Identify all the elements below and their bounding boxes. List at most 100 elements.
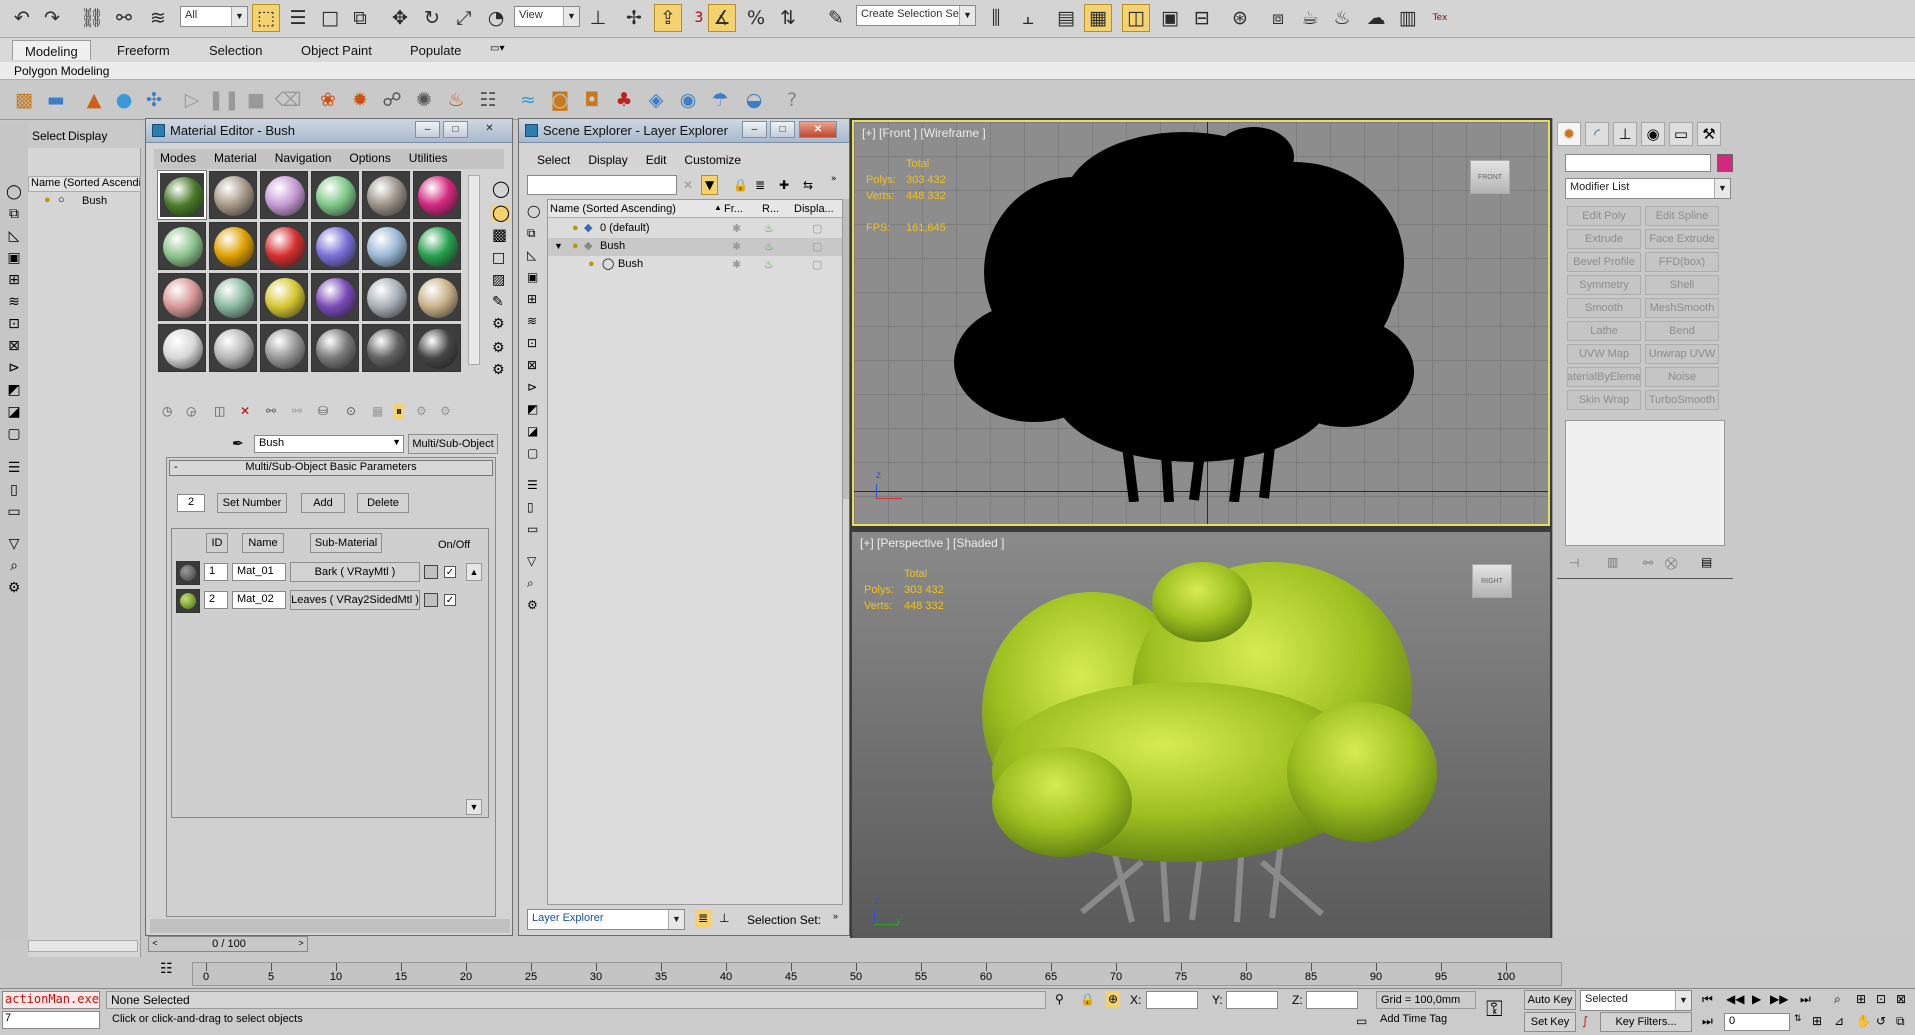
menu-navigation[interactable]: Navigation: [275, 149, 332, 165]
zoom-extents-icon[interactable]: ⊡: [1876, 993, 1886, 1005]
display-spacewarps-icon[interactable]: ⊡: [527, 337, 537, 349]
plane-icon[interactable]: ▬: [42, 86, 70, 114]
display-bones-icon[interactable]: ◩: [527, 403, 538, 415]
drop-icon[interactable]: ◉: [674, 86, 702, 114]
menu-edit[interactable]: Edit: [646, 151, 667, 167]
close-button[interactable]: ✕: [799, 121, 837, 138]
link-icon[interactable]: ⛓: [78, 4, 106, 32]
previous-frame-icon[interactable]: ◀◀: [1726, 993, 1744, 1005]
modifier-button[interactable]: Shell: [1645, 275, 1719, 295]
modifier-button[interactable]: FFD(box): [1645, 252, 1719, 272]
expand-footer-icon[interactable]: »: [833, 911, 838, 921]
freeze-icon[interactable]: ✱: [732, 222, 741, 235]
motion-tab-icon[interactable]: ◉: [1641, 122, 1665, 146]
strip-page-icon[interactable]: ▯: [4, 480, 24, 500]
texture-tools-icon[interactable]: Tex: [1426, 4, 1454, 32]
help-icon[interactable]: ?: [778, 86, 806, 114]
strip-shapes-icon[interactable]: ◺: [4, 226, 24, 246]
menu-utilities[interactable]: Utilities: [409, 149, 448, 165]
pause-icon[interactable]: ❚❚: [208, 86, 240, 114]
object-name-field[interactable]: [1565, 154, 1711, 172]
display-filter-icon[interactable]: ▽: [527, 555, 536, 567]
sample-slot[interactable]: [311, 273, 359, 321]
clear-search-icon[interactable]: ✕: [683, 179, 693, 191]
sample-slot[interactable]: [362, 222, 410, 270]
water-icon[interactable]: ≈: [514, 86, 542, 114]
table-scroll-up[interactable]: ▲: [466, 563, 482, 581]
select-icon[interactable]: ⬚: [252, 4, 280, 32]
sample-slot[interactable]: [311, 324, 359, 372]
add-time-tag-button[interactable]: Add Time Tag: [1380, 1013, 1447, 1025]
orbit-icon[interactable]: ↺: [1876, 1015, 1886, 1027]
material-editor-titlebar[interactable]: Material Editor - Bush – □ ✕: [146, 119, 512, 143]
get-material-icon[interactable]: ◷: [162, 405, 172, 417]
maximize-button[interactable]: □: [770, 121, 795, 138]
row-submaterial-button[interactable]: Leaves ( VRay2SidedMtl ): [290, 590, 420, 610]
show-end-result-icon[interactable]: ⏸: [394, 403, 405, 419]
selection-filter-dropdown[interactable]: All ▼: [180, 6, 248, 27]
sample-slot[interactable]: [157, 170, 207, 220]
selection-set-label[interactable]: Selection Set:: [747, 913, 821, 927]
display-tab-icon[interactable]: ▭: [1669, 122, 1693, 146]
modifier-button[interactable]: Extrude: [1567, 229, 1641, 249]
sample-slot[interactable]: [362, 273, 410, 321]
strip-objects-icon[interactable]: ⧉: [4, 204, 24, 224]
submaterial-column-header[interactable]: Sub-Material: [310, 533, 382, 553]
lock-icon[interactable]: 🔒: [733, 179, 748, 191]
display-groups-icon[interactable]: ⊠: [527, 359, 537, 371]
display-page-icon[interactable]: ▯: [527, 501, 534, 513]
render-icon[interactable]: ☕: [1296, 4, 1324, 32]
key-filters-button[interactable]: Key Filters...: [1600, 1012, 1692, 1032]
outliner-column-header[interactable]: Name (Sorted Ascending: [28, 176, 141, 192]
select-by-material-icon[interactable]: ⚙: [492, 341, 505, 355]
menu-display[interactable]: Display: [588, 151, 627, 167]
close-button[interactable]: ✕: [477, 121, 502, 138]
hierarchy-icon[interactable]: ⊥: [719, 912, 729, 924]
rollout-header[interactable]: - Multi/Sub-Object Basic Parameters: [169, 460, 493, 476]
time-tag-icon[interactable]: ▭: [1356, 1015, 1367, 1027]
hierarchy-tab-icon[interactable]: ⊥: [1613, 122, 1637, 146]
display-geometry-icon[interactable]: ⧉: [527, 227, 536, 239]
modifier-button[interactable]: Bevel Profile: [1567, 252, 1641, 272]
play-icon[interactable]: ▷: [178, 86, 206, 114]
sample-slot[interactable]: [209, 171, 257, 219]
undo-icon[interactable]: ↶: [8, 4, 36, 32]
named-selection-set-input[interactable]: Create Selection Se ▼: [856, 5, 976, 26]
menu-select[interactable]: Select: [537, 151, 570, 167]
render-setup-icon[interactable]: ⊛: [1226, 4, 1254, 32]
modifier-button[interactable]: Symmetry: [1567, 275, 1641, 295]
sample-slot[interactable]: [158, 222, 206, 270]
angle-snap-icon[interactable]: ∡: [708, 4, 736, 32]
vortex-icon[interactable]: ✺: [410, 86, 438, 114]
layers-toggle-icon[interactable]: ≣: [695, 909, 712, 927]
name-column-header[interactable]: Name: [242, 533, 284, 553]
copy-material-icon[interactable]: ⚯: [266, 405, 276, 417]
teapot-render-icon[interactable]: ♨: [764, 258, 774, 271]
window-crossing-icon[interactable]: ⧉: [346, 4, 374, 32]
ocean-icon[interactable]: ◒: [740, 86, 768, 114]
options-icon[interactable]: ⚙: [492, 317, 505, 331]
tree-icon[interactable]: ♣: [610, 86, 638, 114]
explorer-type-dropdown[interactable]: Layer Explorer ▼: [527, 909, 685, 930]
modifier-button[interactable]: aterialByEleme: [1567, 367, 1641, 387]
sample-slot[interactable]: [413, 324, 461, 372]
expand-toolbar-icon[interactable]: »: [831, 175, 837, 184]
backlight-icon[interactable]: ◯: [492, 205, 510, 221]
bulb-icon[interactable]: ●: [572, 240, 579, 252]
layer-manager-icon[interactable]: ▤: [1052, 4, 1080, 32]
material-type-button[interactable]: Multi/Sub-Object: [408, 434, 498, 454]
display-xrefs-icon[interactable]: ⊳: [527, 381, 537, 393]
material-editor-icon[interactable]: ⊟: [1188, 4, 1216, 32]
number-of-materials-field[interactable]: 2: [177, 494, 205, 512]
tab-object-paint[interactable]: Object Paint: [289, 40, 384, 60]
menu-material[interactable]: Material: [214, 149, 257, 165]
gravity-icon[interactable]: ☷: [474, 86, 502, 114]
strip-bones-icon[interactable]: ⊳: [4, 358, 24, 378]
modifier-button[interactable]: MeshSmooth: [1645, 298, 1719, 318]
time-config-icon[interactable]: ⊞: [1812, 1015, 1822, 1027]
select-by-name-icon[interactable]: ☰: [284, 4, 312, 32]
bush-wireframe-silhouette[interactable]: [924, 122, 1424, 502]
ribbon-options-icon[interactable]: ▭▾: [490, 43, 514, 57]
sample-slot[interactable]: [260, 273, 308, 321]
modifier-button[interactable]: Unwrap UVW: [1645, 344, 1719, 364]
